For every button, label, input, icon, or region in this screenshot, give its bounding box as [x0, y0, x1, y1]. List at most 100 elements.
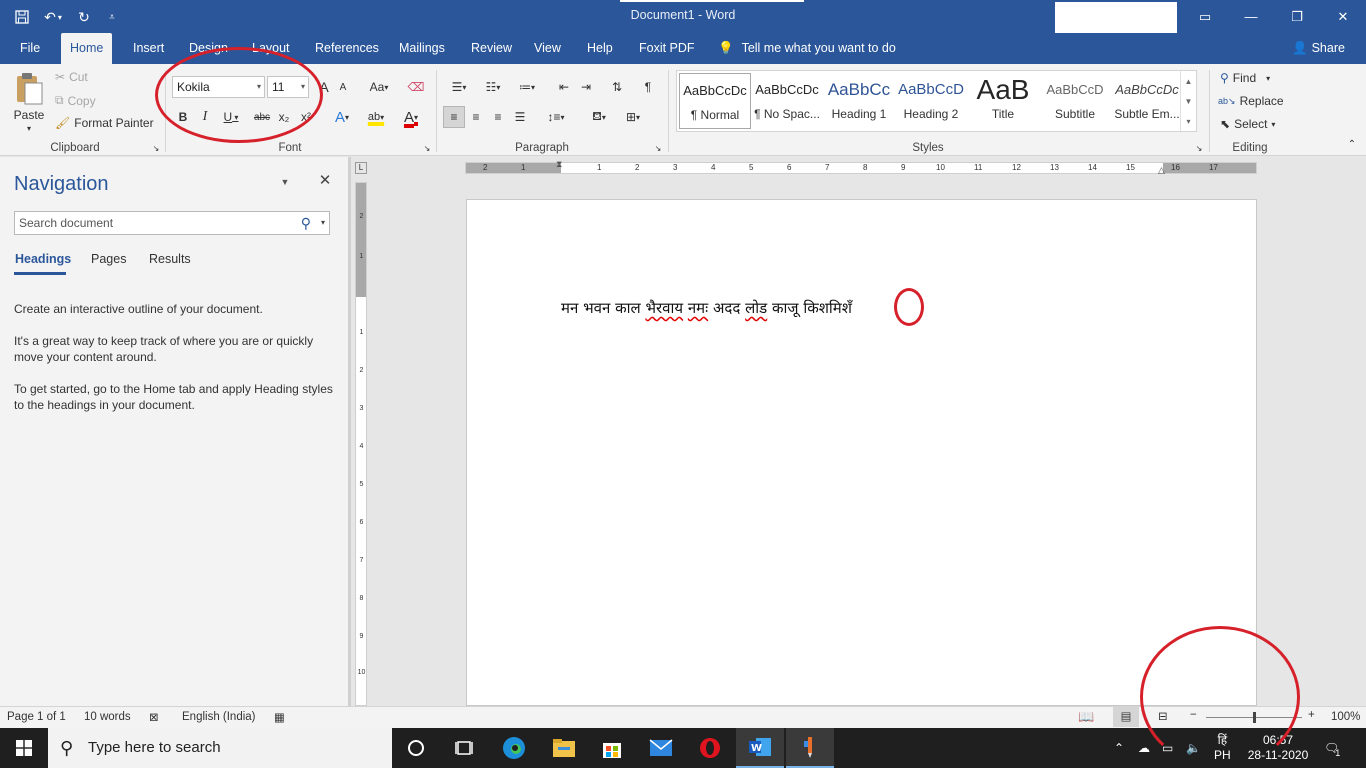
tab-file[interactable]: File	[11, 33, 49, 64]
show-formatting-button[interactable]: ¶	[637, 76, 659, 98]
increase-indent-button[interactable]: ⇥	[575, 76, 597, 98]
start-button[interactable]	[0, 728, 48, 768]
bold-button[interactable]: B	[172, 106, 194, 128]
tab-foxit-pdf[interactable]: Foxit PDF	[630, 33, 704, 64]
tab-view[interactable]: View	[525, 33, 570, 64]
restore-button[interactable]: ❐	[1274, 0, 1320, 33]
microsoft-store-icon[interactable]	[588, 728, 636, 768]
cortana-icon[interactable]	[392, 728, 440, 768]
input-language-indicator[interactable]: हिं PH	[1214, 728, 1231, 768]
right-indent-marker-icon[interactable]: △	[1158, 165, 1165, 176]
page-count[interactable]: Page 1 of 1	[7, 711, 66, 723]
style-heading-2[interactable]: AaBbCcD Heading 2	[895, 73, 967, 129]
word-count[interactable]: 10 words	[84, 711, 131, 723]
collapse-ribbon-icon[interactable]: ⌃	[1342, 136, 1362, 152]
zoom-out-button[interactable]: −	[1190, 709, 1197, 721]
font-name-combo[interactable]: Kokila ▾	[172, 76, 265, 98]
borders-button[interactable]: ⊞ ▾	[618, 106, 648, 128]
tab-selector-icon[interactable]: L	[355, 162, 367, 174]
font-size-combo[interactable]: 11 ▾	[267, 76, 309, 98]
styles-gallery-scroll[interactable]: ▲ ▼ ▾	[1180, 71, 1196, 131]
taskbar-search-box[interactable]: ⚲ Type here to search	[48, 728, 392, 768]
chevron-up-icon[interactable]: ▲	[1185, 77, 1193, 86]
search-icon[interactable]: ⚲	[301, 212, 311, 234]
document-word[interactable]: काल	[615, 299, 641, 317]
language-status[interactable]: English (India)	[182, 711, 256, 723]
tab-design[interactable]: Design	[180, 33, 237, 64]
format-painter-button[interactable]: 🖌 Format Painter	[55, 116, 154, 130]
dialog-launcher-icon[interactable]: ↘	[1193, 142, 1205, 154]
battery-icon[interactable]: ▭	[1162, 728, 1173, 768]
align-center-button[interactable]: ≡	[465, 106, 487, 128]
dialog-launcher-icon[interactable]: ↘	[652, 142, 664, 154]
nav-tab-results[interactable]: Results	[149, 252, 191, 266]
mail-icon[interactable]	[637, 728, 685, 768]
ribbon-display-options-icon[interactable]: ▭	[1182, 0, 1228, 33]
chevron-down-icon[interactable]: ▼	[1185, 97, 1193, 106]
document-word[interactable]: भैरवाय	[645, 299, 683, 317]
tell-me-box[interactable]: 💡 Tell me what you want to do	[718, 33, 896, 64]
strikethrough-button[interactable]: abc	[251, 106, 273, 128]
volume-icon[interactable]: 🔈	[1186, 728, 1201, 768]
select-button[interactable]: ⬉ Select ▾	[1220, 117, 1275, 131]
replace-button[interactable]: ab↘ Replace	[1218, 94, 1284, 108]
style-heading-1[interactable]: AaBbCc Heading 1	[823, 73, 895, 129]
tab-insert[interactable]: Insert	[124, 33, 173, 64]
horizontal-ruler[interactable]: 2 1 1 2 3 4 5 6 7 8 9 10 11 12 13 14 15 …	[465, 159, 1257, 176]
tab-mailings[interactable]: Mailings	[390, 33, 454, 64]
close-icon[interactable]: ✕	[314, 169, 336, 191]
highlight-button[interactable]: ab ▾	[361, 106, 391, 128]
font-color-button[interactable]: A ▾	[396, 106, 426, 128]
justify-button[interactable]: ☰	[509, 106, 531, 128]
proofing-icon[interactable]: ⊠	[149, 710, 159, 724]
dialog-launcher-icon[interactable]: ↘	[421, 142, 433, 154]
nav-tab-pages[interactable]: Pages	[91, 252, 126, 266]
document-page[interactable]: मन भवन काल भैरवाय नमः अदद लोड काजू किशमि…	[466, 199, 1257, 706]
dialog-launcher-icon[interactable]: ↘	[150, 142, 162, 154]
sort-button[interactable]: ⇅	[606, 76, 628, 98]
numbering-button[interactable]: ☷ ▾	[478, 76, 508, 98]
shading-button[interactable]: ⛾ ▾	[584, 106, 614, 128]
document-word[interactable]: काजू	[772, 299, 799, 317]
minimize-button[interactable]: —	[1228, 0, 1274, 33]
change-case-button[interactable]: Aa ▾	[364, 76, 394, 98]
close-button[interactable]: ✕	[1320, 0, 1366, 33]
bullets-button[interactable]: ☰ ▾	[444, 76, 474, 98]
style-subtle-emphasis[interactable]: AaBbCcDc Subtle Em...	[1111, 73, 1183, 129]
underline-button[interactable]: U ▾	[216, 106, 246, 128]
document-word[interactable]: नमः	[688, 299, 708, 317]
document-word[interactable]: मन	[561, 299, 578, 317]
print-layout-icon[interactable]: ▤	[1113, 707, 1139, 727]
tab-help[interactable]: Help	[578, 33, 622, 64]
indent-marker-icon[interactable]: ⧗	[556, 159, 562, 170]
decrease-indent-button[interactable]: ⇤	[553, 76, 575, 98]
document-word[interactable]: भवन	[583, 299, 610, 317]
zoom-slider-thumb[interactable]	[1253, 712, 1256, 723]
file-explorer-icon[interactable]	[540, 728, 588, 768]
style-no-spacing[interactable]: AaBbCcDc ¶ No Spac...	[751, 73, 823, 129]
paste-button[interactable]: Paste ▾	[12, 72, 46, 133]
nav-tab-headings[interactable]: Headings	[15, 252, 71, 266]
action-center-icon[interactable]: 🗨 1	[1324, 728, 1340, 768]
tab-layout[interactable]: Layout	[243, 33, 299, 64]
macro-record-icon[interactable]: ▦	[274, 710, 285, 724]
document-text-line[interactable]: मन भवन काल भैरवाय नमः अदद लोड काजू किशमि…	[561, 298, 852, 318]
style-title[interactable]: AaB Title	[967, 73, 1039, 129]
tab-references[interactable]: References	[306, 33, 388, 64]
superscript-button[interactable]: x²	[295, 106, 317, 128]
show-hidden-icons[interactable]: ⌃	[1114, 728, 1124, 768]
chevron-down-icon[interactable]: ▾	[321, 212, 325, 234]
more-icon[interactable]: ▾	[1186, 117, 1190, 126]
copy-button[interactable]: ⧉ Copy	[55, 93, 96, 108]
document-word[interactable]: लोड	[745, 299, 767, 317]
tab-home[interactable]: Home	[61, 33, 113, 64]
style-subtitle[interactable]: AaBbCcD Subtitle	[1039, 73, 1111, 129]
clock[interactable]: 06:57 28-11-2020	[1246, 728, 1310, 768]
text-effects-button[interactable]: A ▾	[328, 106, 356, 128]
vertical-ruler[interactable]: 2 1 1 2 3 4 5 6 7 8 9 10	[355, 182, 367, 706]
opera-browser-icon[interactable]	[686, 728, 734, 768]
document-word[interactable]: किशमिश	[803, 299, 852, 317]
word-app-icon[interactable]: W	[736, 728, 784, 768]
read-mode-icon[interactable]: 📖	[1078, 709, 1094, 725]
onedrive-icon[interactable]: ☁	[1138, 728, 1150, 768]
